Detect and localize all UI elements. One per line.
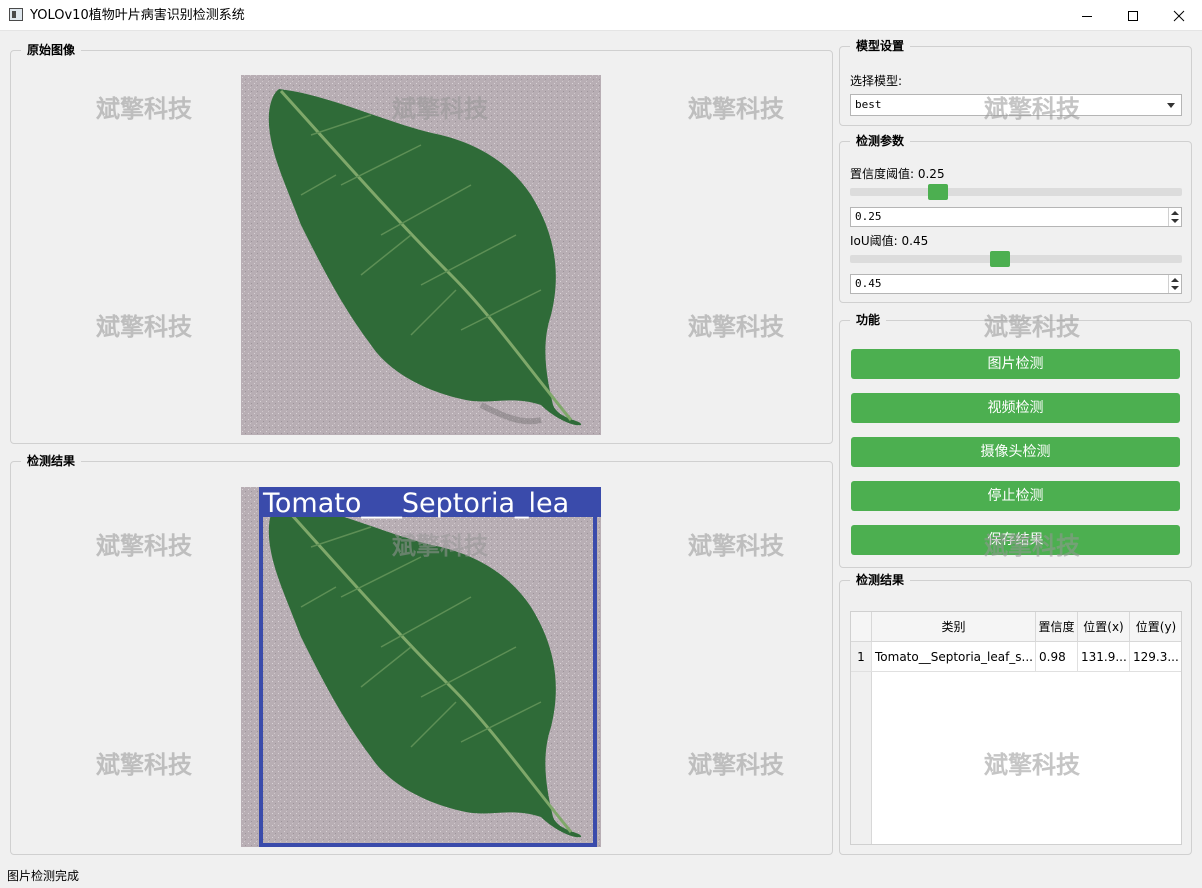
title-bar: YOLOv10植物叶片病害识别检测系统	[0, 0, 1202, 31]
stop-detect-button[interactable]: 停止检测	[851, 481, 1180, 511]
spin-down-icon[interactable]	[1171, 219, 1179, 223]
detection-params-group: 检测参数 置信度阈值: 0.25 0.25 IoU阈值: 0.45 0.45	[839, 133, 1192, 303]
confidence-label: 置信度阈值: 0.25	[850, 167, 945, 181]
model-select-label: 选择模型:	[850, 74, 903, 88]
app-icon	[9, 8, 23, 21]
model-select-value: best	[855, 98, 882, 111]
model-select[interactable]: best	[850, 94, 1182, 116]
result-image-group: 检测结果 Tomato___Septoria_lea	[10, 453, 833, 855]
camera-detect-button[interactable]: 摄像头检测	[851, 437, 1180, 467]
table-cell-y[interactable]: 129.3...	[1130, 642, 1181, 672]
status-bar: 图片检测完成	[7, 869, 80, 883]
row-header-column	[851, 672, 872, 844]
maximize-icon[interactable]	[1110, 0, 1156, 31]
functions-title: 功能	[850, 312, 887, 328]
spin-down-icon[interactable]	[1171, 286, 1179, 290]
column-header-x[interactable]: 位置(x)	[1078, 612, 1130, 642]
model-settings-title: 模型设置	[850, 38, 911, 54]
spin-arrows[interactable]	[1168, 208, 1181, 226]
spin-arrows[interactable]	[1168, 275, 1181, 293]
original-image-group: 原始图像	[10, 42, 833, 444]
minimize-icon[interactable]	[1064, 0, 1110, 31]
result-leaf-image: Tomato___Septoria_lea	[241, 487, 601, 847]
save-result-button[interactable]: 保存结果	[851, 525, 1180, 555]
results-table[interactable]: 类别 置信度 位置(x) 位置(y) 1 Tomato__Septoria_le…	[850, 611, 1182, 845]
column-header-class[interactable]: 类别	[872, 612, 1036, 642]
image-detect-button[interactable]: 图片检测	[851, 349, 1180, 379]
results-group: 检测结果 类别 置信度 位置(x) 位置(y) 1 Tomato__Septor…	[839, 572, 1192, 855]
original-leaf-image	[241, 75, 601, 435]
confidence-spinbox[interactable]: 0.25	[850, 207, 1182, 227]
close-icon[interactable]	[1156, 0, 1202, 31]
row-header[interactable]: 1	[851, 642, 872, 672]
window-title: YOLOv10植物叶片病害识别检测系统	[30, 8, 245, 23]
iou-value: 0.45	[855, 277, 882, 290]
column-header-y[interactable]: 位置(y)	[1130, 612, 1181, 642]
table-cell-confidence[interactable]: 0.98	[1036, 642, 1078, 672]
detection-params-title: 检测参数	[850, 133, 911, 149]
results-title: 检测结果	[850, 572, 911, 588]
model-settings-group: 模型设置 选择模型: best	[839, 38, 1192, 126]
video-detect-button[interactable]: 视频检测	[851, 393, 1180, 423]
spin-up-icon[interactable]	[1171, 211, 1179, 215]
functions-group: 功能 图片检测 视频检测 摄像头检测 停止检测 保存结果	[839, 312, 1192, 568]
chevron-down-icon	[1167, 103, 1175, 108]
column-header-confidence[interactable]: 置信度	[1036, 612, 1078, 642]
iou-slider[interactable]	[850, 251, 1182, 267]
iou-spinbox[interactable]: 0.45	[850, 274, 1182, 294]
detection-label: Tomato___Septoria_lea	[262, 488, 569, 519]
confidence-value: 0.25	[855, 210, 882, 223]
original-image-title: 原始图像	[21, 42, 82, 58]
confidence-slider-handle[interactable]	[928, 184, 948, 200]
iou-slider-handle[interactable]	[990, 251, 1010, 267]
iou-label: IoU阈值: 0.45	[850, 234, 929, 248]
table-corner[interactable]	[851, 612, 872, 642]
table-cell-class[interactable]: Tomato__Septoria_leaf_s...	[872, 642, 1036, 672]
table-cell-x[interactable]: 131.9...	[1078, 642, 1130, 672]
confidence-slider[interactable]	[850, 184, 1182, 200]
spin-up-icon[interactable]	[1171, 278, 1179, 282]
result-image-title: 检测结果	[21, 453, 82, 469]
